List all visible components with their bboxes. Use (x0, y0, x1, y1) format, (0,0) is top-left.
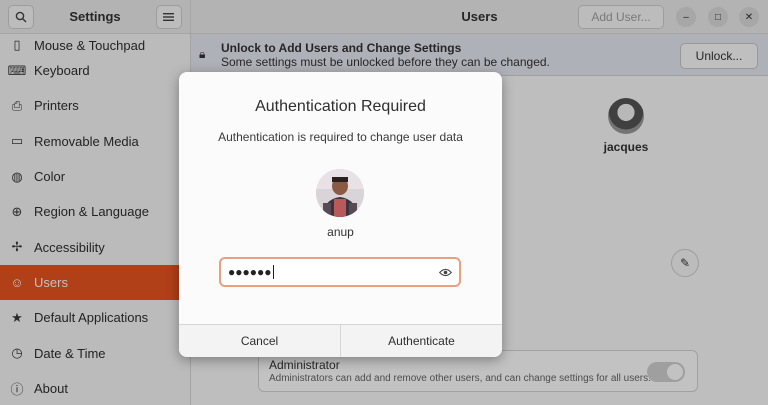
user-photo-icon (316, 169, 364, 217)
avatar (316, 169, 364, 217)
cancel-button[interactable]: Cancel (179, 325, 340, 357)
password-field[interactable]: ●●●●●● (219, 257, 461, 287)
dialog-message: Authentication is required to change use… (218, 130, 463, 144)
show-password-button[interactable] (438, 265, 452, 279)
text-caret (272, 265, 274, 279)
dialog-username: anup (327, 225, 354, 239)
dialog-title: Authentication Required (255, 98, 426, 115)
authenticate-button[interactable]: Authenticate (340, 325, 502, 357)
dialog-footer: Cancel Authenticate (179, 324, 502, 357)
password-value: ●●●●●● (228, 265, 272, 279)
authentication-dialog: Authentication Required Authentication i… (179, 72, 502, 357)
eye-icon (438, 268, 452, 276)
